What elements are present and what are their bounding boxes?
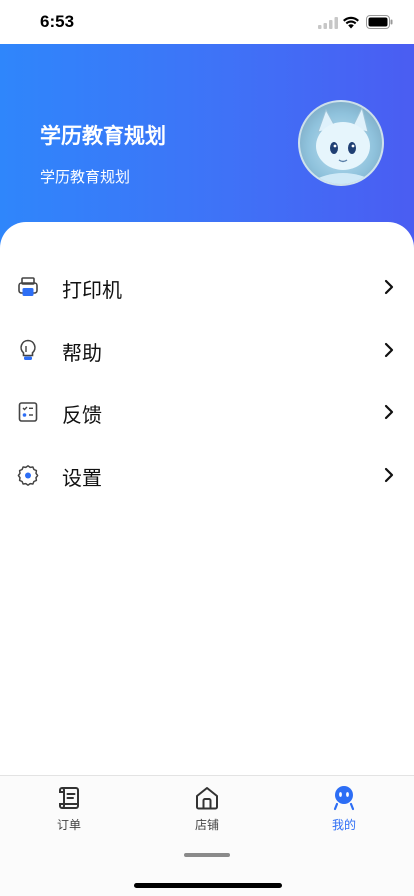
tab-bar: 订单 店铺 我的: [0, 775, 414, 896]
profile-robot-icon: [333, 786, 355, 811]
chevron-right-icon: [384, 404, 394, 420]
store-home-icon: [196, 787, 218, 810]
menu-item-help[interactable]: 帮助: [0, 319, 414, 381]
gear-icon: [17, 465, 39, 486]
home-indicator[interactable]: [134, 883, 282, 888]
tab-label: 订单: [56, 818, 81, 832]
menu-item-settings[interactable]: 设置: [0, 444, 414, 506]
menu-item-printer[interactable]: 打印机: [0, 256, 414, 318]
tab-mine[interactable]: 我的: [304, 784, 384, 838]
menu-item-label: 设置: [62, 466, 102, 490]
chevron-right-icon: [384, 279, 394, 295]
menu-item-label: 反馈: [62, 403, 102, 427]
tab-label: 我的: [331, 818, 356, 832]
signal-icon: [318, 17, 338, 29]
battery-icon: [366, 15, 393, 29]
order-receipt-icon: [59, 787, 79, 809]
tab-store[interactable]: 店铺: [167, 784, 247, 838]
lightbulb-icon: [20, 339, 36, 360]
profile-name: 学历教育规划: [40, 124, 166, 148]
checklist-icon: [18, 402, 38, 422]
avatar[interactable]: [298, 100, 384, 186]
menu-card: 打印机 帮助 反馈 设置: [0, 222, 414, 776]
printer-icon: [18, 277, 38, 296]
wifi-icon: [343, 16, 359, 29]
menu-item-label: 帮助: [62, 341, 102, 365]
menu-item-label: 打印机: [62, 278, 122, 302]
scroll-indicator: [184, 853, 230, 857]
profile-subtitle: 学历教育规划: [40, 168, 131, 186]
menu-item-feedback[interactable]: 反馈: [0, 381, 414, 443]
status-time: 6:53: [40, 12, 75, 31]
status-bar: 6:53: [0, 0, 414, 44]
chevron-right-icon: [384, 467, 394, 483]
tab-orders[interactable]: 订单: [29, 784, 109, 838]
chevron-right-icon: [384, 342, 394, 358]
tab-label: 店铺: [194, 818, 219, 832]
anime-cat-avatar-icon: [310, 106, 376, 184]
